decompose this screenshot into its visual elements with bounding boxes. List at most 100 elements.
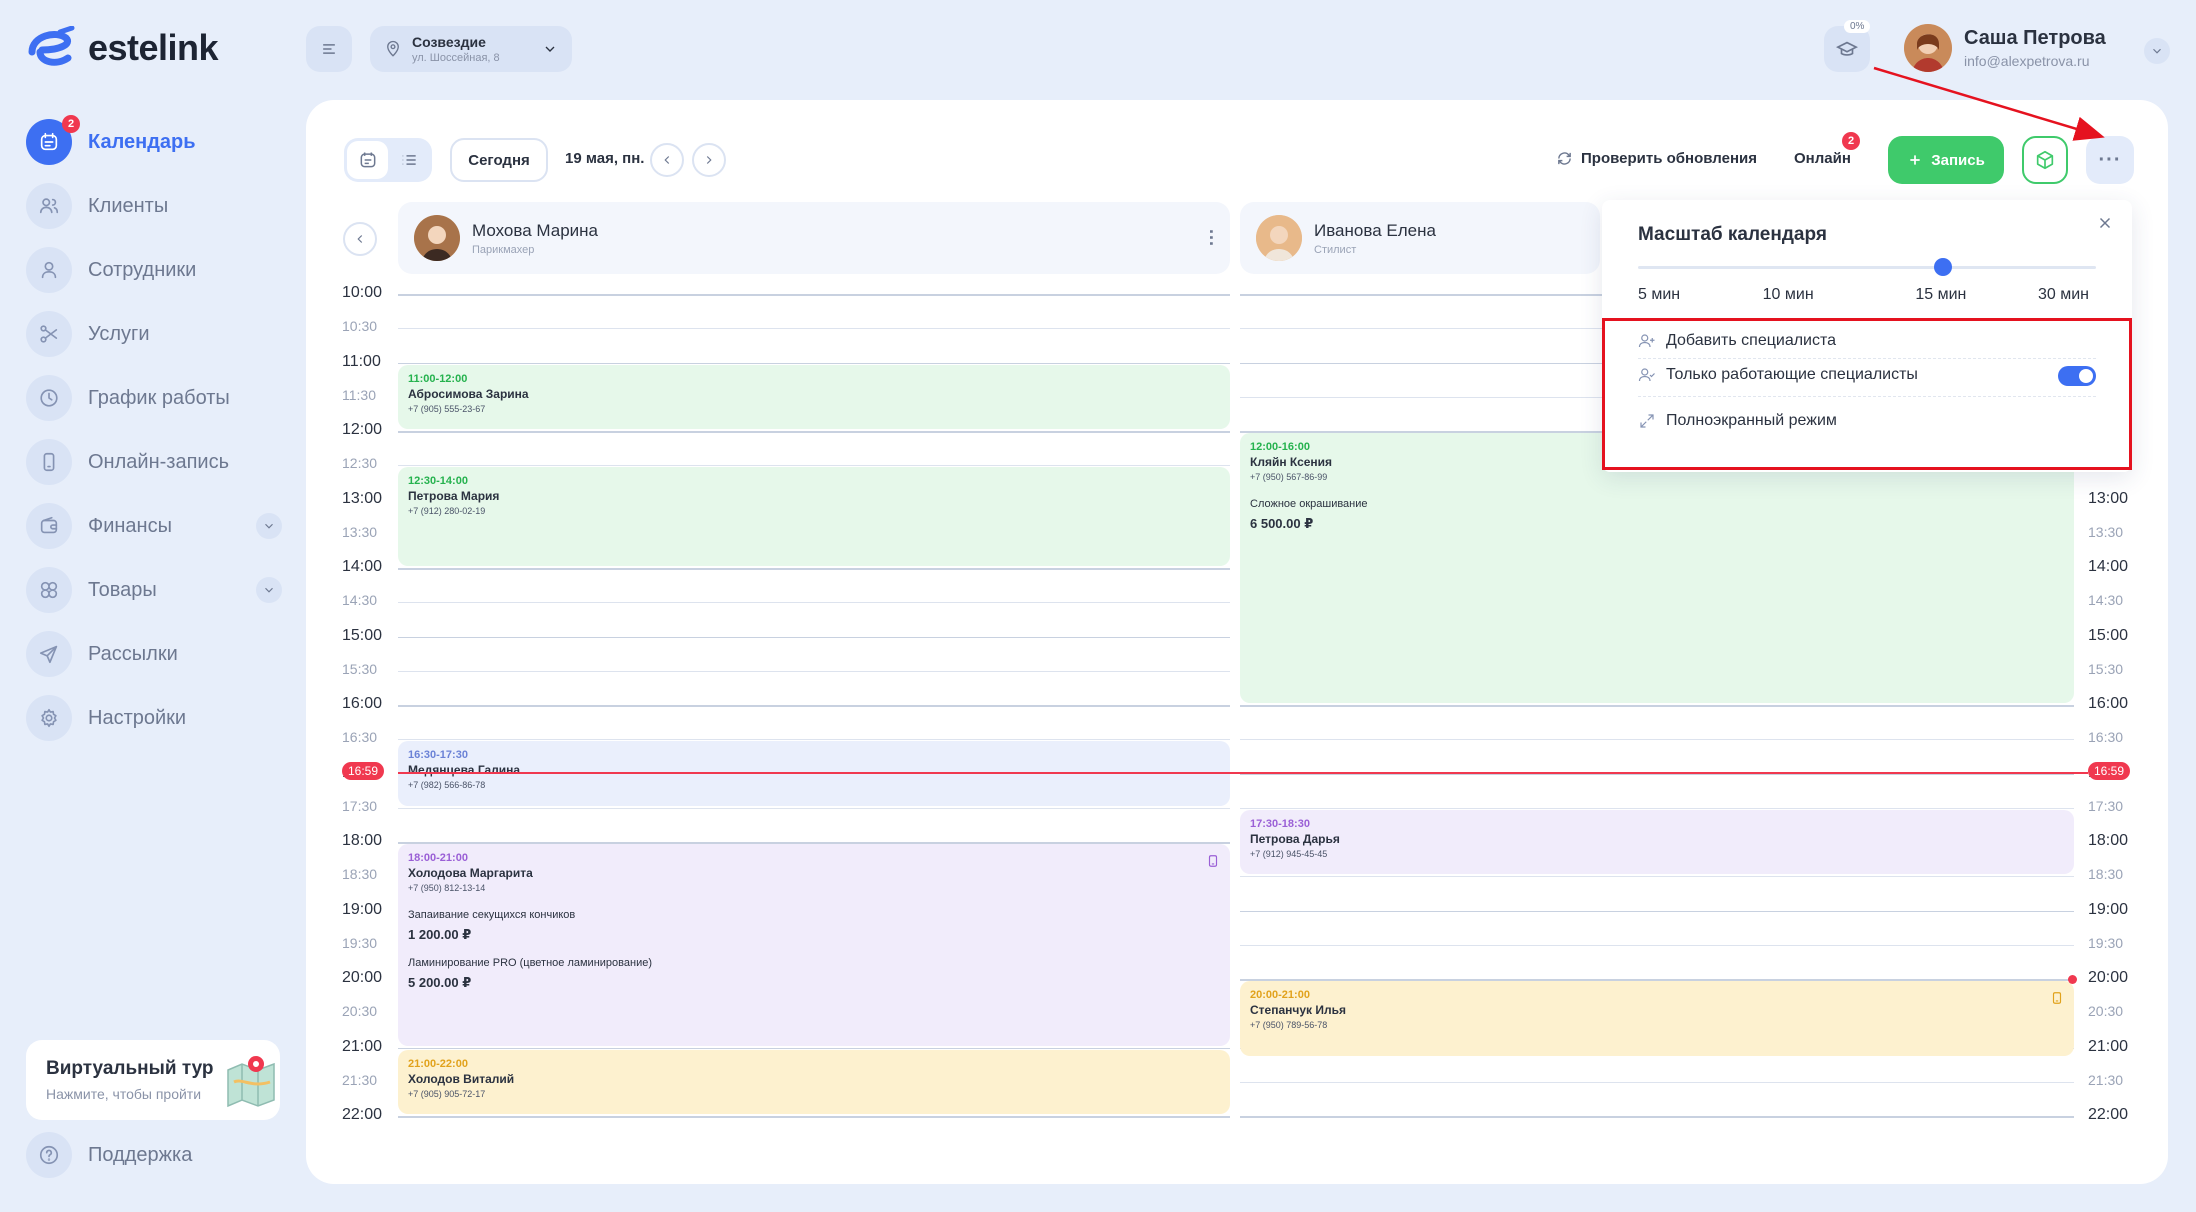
time-label-right: 20:00 xyxy=(2088,969,2129,986)
scale-option[interactable]: 10 мин xyxy=(1763,286,1814,304)
grid-line xyxy=(1240,739,2074,741)
appointment-card[interactable]: 21:00-22:00 Холодов Виталий +7 (905) 905-7… xyxy=(398,1049,1230,1114)
specialist-name: Мохова Марина xyxy=(472,220,598,240)
new-record-button[interactable]: Запись xyxy=(1888,136,2004,184)
sidebar-item-label: Финансы xyxy=(88,514,172,537)
time-label: 18:00 xyxy=(342,832,383,849)
expand-button[interactable] xyxy=(256,577,282,603)
sidebar-item-schedule[interactable]: График работы xyxy=(26,366,282,430)
scale-option[interactable]: 15 мин xyxy=(1915,286,1966,304)
users-icon xyxy=(26,183,72,229)
kebab-menu-icon[interactable]: ··· xyxy=(1201,229,1221,247)
grid-line xyxy=(1240,876,2074,878)
chevron-right-icon xyxy=(706,156,712,164)
time-label-right: 20:30 xyxy=(2088,1003,2124,1020)
time-label-right: 21:00 xyxy=(2088,1037,2129,1055)
time-label: 16:00 xyxy=(342,695,383,712)
appointment-card[interactable]: 12:30-14:00 Петрова Мария +7 (912) 280-02-… xyxy=(398,467,1230,566)
time-label-right: 21:30 xyxy=(2088,1071,2124,1088)
check-updates-button[interactable]: Проверить обновления xyxy=(1556,150,1757,167)
client-phone: +7 (950) 789-56-78 xyxy=(1250,1020,1328,1030)
time-label-right: 13:30 xyxy=(2088,523,2124,540)
sidebar-item-label: Рассылки xyxy=(88,642,178,665)
appointment-card[interactable]: 11:00-12:00 Абросимова Зарина +7 (905) 555… xyxy=(398,364,1230,429)
time-label: 13:30 xyxy=(342,523,378,540)
time-label-right: 15:00 xyxy=(2088,626,2129,644)
appointment-card[interactable]: 20:00-21:00 Степанчук Илья +7 (950) 789-56… xyxy=(1240,981,2074,1056)
time-label: 21:30 xyxy=(342,1071,378,1088)
client-phone: +7 (912) 280-02-19 xyxy=(408,506,486,517)
service-price: 5 200.00 ₽ xyxy=(408,975,472,990)
scale-slider-thumb[interactable] xyxy=(1934,258,1953,276)
sidebar-item-calendar[interactable]: 2 Календарь xyxy=(26,110,282,174)
support-link[interactable]: Поддержка xyxy=(26,1132,192,1178)
brand-name: estelink xyxy=(88,27,219,68)
menu-icon xyxy=(323,44,335,54)
calendar-icon xyxy=(360,152,375,168)
time-label-right: 16:00 xyxy=(2088,695,2129,712)
time-label-right: 15:30 xyxy=(2088,660,2124,677)
online-button[interactable]: Онлайн xyxy=(1794,150,1851,167)
scale-slider[interactable] xyxy=(1638,258,2096,276)
sidebar-item-mailing[interactable]: Рассылки xyxy=(26,622,282,686)
specialist-name: Иванова Елена xyxy=(1314,220,1436,240)
time-label-right: 19:30 xyxy=(2088,934,2124,951)
location-selector[interactable]: Созвездие ул. Шоссейная, 8 xyxy=(370,26,572,72)
chevron-down-icon xyxy=(265,523,273,529)
sidebar-item-label: Товары xyxy=(88,578,157,601)
specialist-role: Стилист xyxy=(1314,243,1357,256)
location-pin-icon xyxy=(387,40,399,57)
list-view-button[interactable] xyxy=(388,141,429,179)
sidebar-item-settings[interactable]: Настройки xyxy=(26,686,282,750)
appointment-card[interactable]: 17:30-18:30 Петрова Дарья +7 (912) 945-45-… xyxy=(1240,809,2074,875)
onboarding-progress-badge: 0% xyxy=(1844,20,1871,33)
today-button[interactable]: Сегодня xyxy=(450,138,548,182)
client-name: Медянцева Галина xyxy=(408,763,521,778)
send-icon xyxy=(26,631,72,677)
more-options-button[interactable]: ··· xyxy=(2086,136,2134,184)
service-name: Сложное окрашивание xyxy=(1250,498,1368,510)
sidebar-nav: 2 Календарь Клиенты Сотрудники Услуги График … xyxy=(26,110,282,750)
sidebar-item-services[interactable]: Услуги xyxy=(26,302,282,366)
chevron-left-icon xyxy=(664,156,670,164)
client-name: Петрова Мария xyxy=(408,489,500,504)
client-phone: +7 (912) 945-45-45 xyxy=(1250,848,1328,859)
appointment-card[interactable]: 18:00-21:00 Холодова Маргарита +7 (950) 81… xyxy=(398,844,1230,1046)
scale-option[interactable]: 30 мин xyxy=(2038,286,2089,304)
products-button[interactable] xyxy=(2022,136,2068,184)
brand-logo[interactable]: estelink xyxy=(26,26,219,70)
sidebar-item-online[interactable]: Онлайн-запись xyxy=(26,430,282,494)
clock-icon xyxy=(26,375,72,421)
scale-option[interactable]: 5 мин xyxy=(1638,286,1680,304)
user-menu-button[interactable] xyxy=(2144,38,2170,64)
user-profile[interactable]: Саша Петрова info@alexpetrova.ru xyxy=(1904,24,2106,72)
time-label: 15:30 xyxy=(342,660,378,677)
next-day-button[interactable] xyxy=(692,143,726,177)
time-label-right: 14:00 xyxy=(2088,558,2129,575)
calendar-view-button[interactable] xyxy=(347,141,388,179)
sidebar-item-staff[interactable]: Сотрудники xyxy=(26,238,282,302)
grid-line xyxy=(1240,1081,2074,1083)
popover-title: Масштаб календаря xyxy=(1638,224,1827,245)
time-label: 16:30 xyxy=(342,729,378,746)
virtual-tour-card[interactable]: Виртуальный тур Нажмите, чтобы пройти xyxy=(26,1040,280,1120)
new-record-label: Запись xyxy=(1931,151,1985,169)
grid-line xyxy=(1240,910,2074,912)
specialist-avatar xyxy=(414,215,460,261)
grid-line xyxy=(398,1116,1230,1118)
sidebar-item-clients[interactable]: Клиенты xyxy=(26,174,282,238)
appointment-card[interactable]: 12:00-16:00 Кляйн Ксения +7 (950) 567-86-9… xyxy=(1240,433,2074,703)
sidebar-item-goods[interactable]: Товары xyxy=(26,558,282,622)
sidebar-item-finance[interactable]: Финансы xyxy=(26,494,282,558)
sidebar-item-label: Онлайн-запись xyxy=(88,450,229,473)
sidebar-toggle-button[interactable] xyxy=(306,26,352,72)
close-popover-button[interactable] xyxy=(2096,214,2114,232)
support-label: Поддержка xyxy=(88,1143,193,1166)
specialist-header[interactable]: Иванова Елена Стилист xyxy=(1240,202,1600,274)
prev-day-button[interactable] xyxy=(650,143,684,177)
specialist-header[interactable]: Мохова Марина Парикмахер ··· xyxy=(398,202,1230,274)
prev-specialists-button[interactable] xyxy=(343,222,377,256)
expand-button[interactable] xyxy=(256,513,282,539)
chevron-left-icon xyxy=(357,235,363,243)
client-phone: +7 (982) 566-86-78 xyxy=(408,780,486,791)
